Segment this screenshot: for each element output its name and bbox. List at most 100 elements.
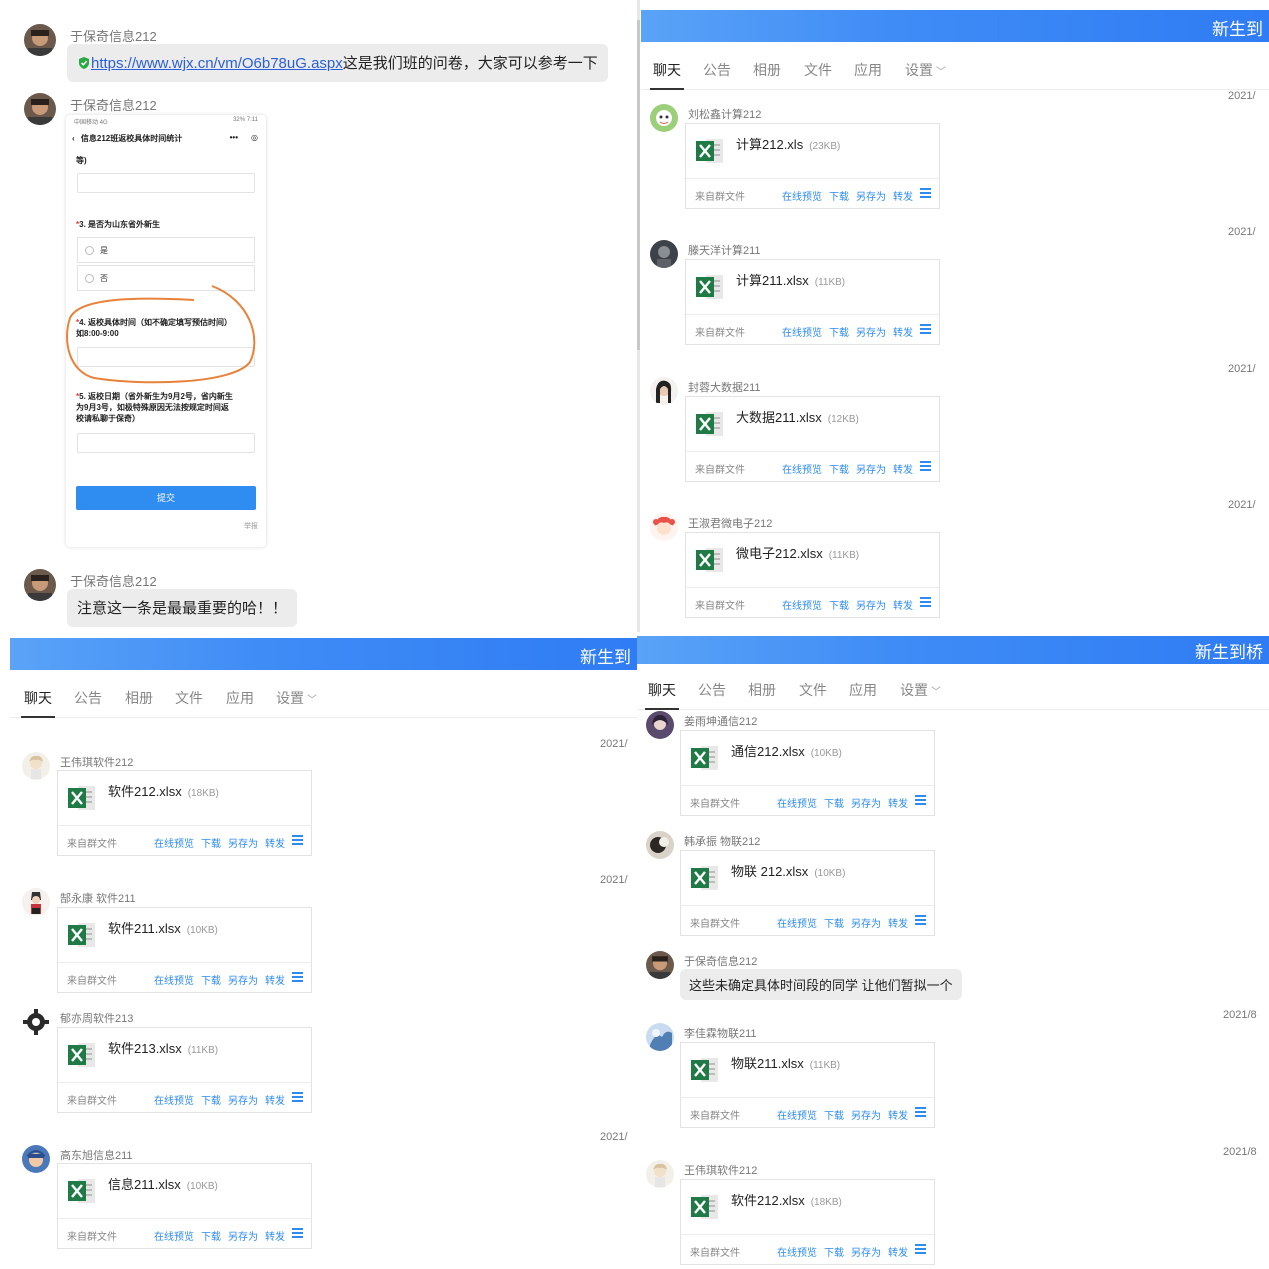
file-card[interactable]: 软件212.xlsx (18KB) 来自群文件 在线预览 下载 另存为 转发 [57, 770, 312, 856]
download-link[interactable]: 下载 [201, 976, 221, 987]
save-as-link[interactable]: 另存为 [856, 601, 886, 612]
preview-link[interactable]: 在线预览 [777, 919, 817, 930]
download-link[interactable]: 下载 [824, 1111, 844, 1122]
download-link[interactable]: 下载 [829, 328, 849, 339]
submit-button[interactable]: 提交 [76, 486, 256, 510]
preview-link[interactable]: 在线预览 [782, 601, 822, 612]
tab-settings[interactable]: 设置 ﹀ [900, 680, 941, 700]
link-message-bubble[interactable]: https://www.wjx.cn/vm/O6b78uG.aspx这是我们班的… [67, 44, 608, 82]
file-card[interactable]: 信息211.xlsx (10KB) 来自群文件 在线预览 下载 另存为 转发 [57, 1163, 312, 1249]
forward-link[interactable]: 转发 [888, 919, 908, 930]
avatar[interactable] [650, 377, 678, 405]
tab-settings[interactable]: 设置 ﹀ [276, 688, 317, 708]
avatar[interactable] [646, 831, 674, 859]
save-as-link[interactable]: 另存为 [856, 328, 886, 339]
avatar[interactable] [22, 1008, 50, 1036]
report-link[interactable]: 举报 [244, 521, 258, 531]
tab-album[interactable]: 相册 [753, 60, 781, 80]
forward-link[interactable]: 转发 [893, 465, 913, 476]
avatar[interactable] [646, 711, 674, 739]
forward-link[interactable]: 转发 [888, 1248, 908, 1259]
avatar[interactable] [650, 104, 678, 132]
menu-icon[interactable] [920, 324, 931, 334]
tab-files[interactable]: 文件 [799, 680, 827, 700]
menu-icon[interactable] [292, 1092, 303, 1102]
tab-apps[interactable]: 应用 [854, 60, 882, 80]
tab-apps[interactable]: 应用 [849, 680, 877, 700]
tab-announcement[interactable]: 公告 [698, 680, 726, 700]
menu-icon[interactable] [292, 972, 303, 982]
download-link[interactable]: 下载 [201, 1096, 221, 1107]
file-card[interactable]: 计算212.xls (23KB) 来自群文件 在线预览 下载 另存为 转发 [685, 123, 940, 209]
save-as-link[interactable]: 另存为 [851, 919, 881, 930]
forward-link[interactable]: 转发 [265, 839, 285, 850]
menu-icon[interactable] [920, 597, 931, 607]
download-link[interactable]: 下载 [829, 465, 849, 476]
file-card[interactable]: 大数据211.xlsx (12KB) 来自群文件 在线预览 下载 另存为 转发 [685, 396, 940, 482]
file-card[interactable]: 软件213.xlsx (11KB) 来自群文件 在线预览 下载 另存为 转发 [57, 1027, 312, 1113]
preview-link[interactable]: 在线预览 [154, 1232, 194, 1243]
forward-link[interactable]: 转发 [265, 1096, 285, 1107]
tab-announcement[interactable]: 公告 [74, 688, 102, 708]
avatar[interactable] [24, 569, 56, 601]
download-link[interactable]: 下载 [824, 919, 844, 930]
tab-announcement[interactable]: 公告 [703, 60, 731, 80]
message-bubble[interactable]: 注意这一条是最最重要的哈！！ [67, 589, 298, 627]
avatar[interactable] [646, 1023, 674, 1051]
save-as-link[interactable]: 另存为 [856, 192, 886, 203]
save-as-link[interactable]: 另存为 [228, 839, 258, 850]
forward-link[interactable]: 转发 [265, 976, 285, 987]
menu-icon[interactable] [292, 1228, 303, 1238]
preview-link[interactable]: 在线预览 [782, 192, 822, 203]
answer-input[interactable] [77, 173, 255, 193]
avatar[interactable] [22, 888, 50, 916]
preview-link[interactable]: 在线预览 [782, 328, 822, 339]
avatar[interactable] [22, 752, 50, 780]
file-card[interactable]: 软件212.xlsx (18KB) 来自群文件 在线预览 下载 另存为 转发 [680, 1179, 935, 1265]
menu-icon[interactable] [915, 915, 926, 925]
preview-link[interactable]: 在线预览 [154, 839, 194, 850]
avatar[interactable] [650, 513, 678, 541]
menu-icon[interactable] [292, 835, 303, 845]
file-card[interactable]: 计算211.xlsx (11KB) 来自群文件 在线预览 下载 另存为 转发 [685, 259, 940, 345]
file-card[interactable]: 微电子212.xlsx (11KB) 来自群文件 在线预览 下载 另存为 转发 [685, 532, 940, 618]
save-as-link[interactable]: 另存为 [228, 1232, 258, 1243]
preview-link[interactable]: 在线预览 [777, 1248, 817, 1259]
answer-input[interactable] [77, 347, 255, 367]
save-as-link[interactable]: 另存为 [851, 1111, 881, 1122]
download-link[interactable]: 下载 [829, 192, 849, 203]
questionnaire-screenshot[interactable]: 中国移动 4G 32% 7:11 ‹ 信息212班返校具体时间统计 ••• ◎ … [66, 115, 266, 547]
save-as-link[interactable]: 另存为 [228, 976, 258, 987]
forward-link[interactable]: 转发 [888, 1111, 908, 1122]
avatar[interactable] [650, 240, 678, 268]
tab-album[interactable]: 相册 [125, 688, 153, 708]
preview-link[interactable]: 在线预览 [777, 799, 817, 810]
forward-link[interactable]: 转发 [265, 1232, 285, 1243]
file-card[interactable]: 通信212.xlsx (10KB) 来自群文件 在线预览 下载 另存为 转发 [680, 730, 935, 816]
preview-link[interactable]: 在线预览 [777, 1111, 817, 1122]
forward-link[interactable]: 转发 [893, 192, 913, 203]
questionnaire-link[interactable]: https://www.wjx.cn/vm/O6b78uG.aspx [91, 55, 343, 72]
file-card[interactable]: 物联211.xlsx (11KB) 来自群文件 在线预览 下载 另存为 转发 [680, 1042, 935, 1128]
menu-icon[interactable] [920, 461, 931, 471]
save-as-link[interactable]: 另存为 [851, 799, 881, 810]
save-as-link[interactable]: 另存为 [228, 1096, 258, 1107]
menu-icon[interactable] [920, 188, 931, 198]
avatar[interactable] [646, 1160, 674, 1188]
message-bubble[interactable]: 这些未确定具体时间段的同学 让他们暂拟一个 [680, 969, 962, 1000]
answer-input[interactable] [77, 433, 255, 453]
download-link[interactable]: 下载 [829, 601, 849, 612]
tab-chat[interactable]: 聊天 [645, 680, 679, 710]
download-link[interactable]: 下载 [201, 1232, 221, 1243]
save-as-link[interactable]: 另存为 [856, 465, 886, 476]
tab-chat[interactable]: 聊天 [650, 60, 684, 90]
option-no[interactable]: 否 [77, 265, 255, 291]
forward-link[interactable]: 转发 [893, 601, 913, 612]
preview-link[interactable]: 在线预览 [154, 1096, 194, 1107]
menu-icon[interactable] [915, 1244, 926, 1254]
file-card[interactable]: 物联 212.xlsx (10KB) 来自群文件 在线预览 下载 另存为 转发 [680, 850, 935, 936]
avatar[interactable] [24, 24, 56, 56]
menu-icon[interactable] [915, 1107, 926, 1117]
tab-settings[interactable]: 设置 ﹀ [905, 60, 946, 80]
tab-files[interactable]: 文件 [175, 688, 203, 708]
